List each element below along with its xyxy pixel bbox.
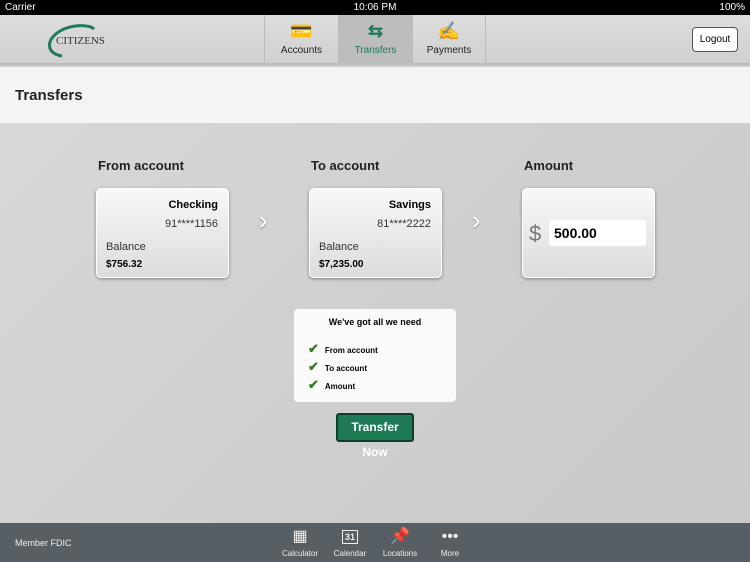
footer-calendar[interactable]: 31 Calendar [325, 527, 375, 558]
credit-card-icon: 💳 [290, 21, 313, 41]
page-title: Transfers [15, 87, 83, 104]
transfer-form: From account To account Amount Checking 9… [0, 123, 750, 523]
chevron-right-icon: › [259, 205, 268, 235]
logout-button[interactable]: Logout [692, 27, 738, 52]
citizens-logo: CITIZENS [42, 23, 112, 59]
checklist-item: ✔ To account [308, 359, 367, 374]
tab-transfers[interactable]: ⇆ Transfers [338, 15, 412, 65]
transfer-now-button[interactable]: Transfer Now [336, 413, 414, 459]
tab-accounts[interactable]: 💳 Accounts [264, 15, 338, 65]
to-account-label: To account [311, 158, 380, 173]
check-pen-icon: ✍ [437, 21, 461, 41]
amount-label: Amount [524, 158, 574, 173]
chevron-right-icon: › [472, 205, 481, 235]
from-account-label: From account [98, 158, 184, 173]
amount-card: $ [522, 188, 655, 278]
footer-bar: Member FDIC ▦ Calculator 31 Calendar 📌 Loca… [0, 523, 750, 562]
checkmark-icon: ✔ [308, 359, 319, 374]
status-bar: Carrier 10:06 PM 100% [0, 0, 750, 15]
amount-input[interactable] [549, 220, 646, 246]
calendar-icon: 31 [325, 527, 375, 549]
page-header: Transfers [0, 67, 750, 123]
calculator-icon: ▦ [292, 528, 308, 545]
checklist-item: ✔ From account [308, 341, 378, 356]
transfer-arrows-icon: ⇆ [367, 21, 384, 41]
member-fdic: Member FDIC [15, 538, 72, 548]
top-nav: CITIZENS 💳 Accounts ⇆ Transfers ✍ Payments … [0, 15, 750, 65]
footer-more[interactable]: ••• More [425, 527, 475, 558]
dollar-sign: $ [529, 221, 542, 246]
battery: 100% [719, 2, 745, 13]
to-account-card[interactable]: Savings 81****2222 Balance $7,235.00 [309, 188, 442, 278]
checklist-panel: We've got all we need ✔ From account ✔ To … [294, 309, 456, 402]
checklist-title: We've got all we need [328, 317, 422, 327]
checklist-item: ✔ Amount [308, 377, 356, 392]
more-icon: ••• [441, 528, 459, 545]
clock: 10:06 PM [353, 2, 397, 13]
footer-locations[interactable]: 📌 Locations [375, 527, 425, 558]
from-account-card[interactable]: Checking 91****1156 Balance $756.32 [96, 188, 229, 278]
tab-payments[interactable]: ✍ Payments [412, 15, 486, 65]
pushpin-icon: 📌 [390, 528, 410, 545]
footer-calculator[interactable]: ▦ Calculator [275, 527, 325, 558]
checkmark-icon: ✔ [308, 341, 319, 356]
checkmark-icon: ✔ [308, 377, 319, 392]
